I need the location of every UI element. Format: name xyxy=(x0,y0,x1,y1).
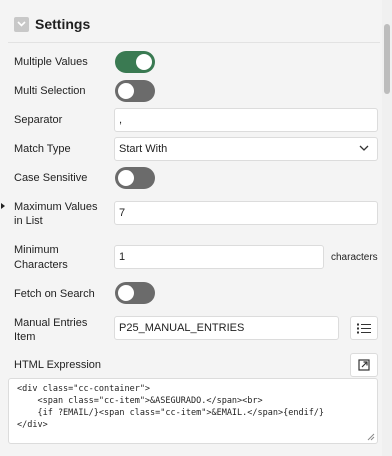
toggle-knob xyxy=(118,285,134,301)
list-icon xyxy=(357,323,371,333)
collapse-button[interactable] xyxy=(14,16,29,32)
toggle-knob xyxy=(118,170,134,186)
toggle-knob xyxy=(136,54,152,70)
resize-handle-icon[interactable] xyxy=(367,433,375,441)
section-title: Settings xyxy=(35,16,91,32)
manual-entries-input[interactable]: P25_MANUAL_ENTRIES xyxy=(114,316,339,340)
case-sensitive-toggle[interactable] xyxy=(115,167,155,189)
separator-input[interactable]: , xyxy=(114,108,378,132)
scrollbar-thumb[interactable] xyxy=(384,24,390,94)
header-divider xyxy=(8,42,380,43)
manual-entries-label-line2: Item xyxy=(14,331,36,343)
fetch-on-search-toggle[interactable] xyxy=(115,282,155,304)
min-chars-input[interactable]: 1 xyxy=(114,245,324,269)
max-values-label-line2: in List xyxy=(14,215,43,227)
manual-entries-label-line1: Manual Entries xyxy=(14,317,88,329)
multiple-values-label: Multiple Values xyxy=(14,56,88,68)
multiple-values-toggle[interactable] xyxy=(115,51,155,73)
list-picker-button[interactable] xyxy=(350,316,378,340)
match-type-select[interactable]: Start With xyxy=(114,137,378,161)
toggle-knob xyxy=(118,83,134,99)
fetch-on-search-label: Fetch on Search xyxy=(14,288,95,300)
panel-expand-arrow-icon[interactable] xyxy=(1,203,5,209)
multi-selection-label: Multi Selection xyxy=(14,85,86,97)
match-type-label: Match Type xyxy=(14,143,71,155)
max-values-label-line1: Maximum Values xyxy=(14,201,98,213)
match-type-value: Start With xyxy=(119,143,168,155)
chevron-down-icon xyxy=(359,145,369,151)
section-header: Settings xyxy=(14,14,90,34)
separator-label: Separator xyxy=(14,114,63,126)
chevron-down-icon xyxy=(17,21,26,27)
code-line: {if ?EMAIL/}<span class="cc-item">&EMAIL… xyxy=(17,408,325,418)
code-line: </div> xyxy=(17,420,48,430)
multi-selection-toggle[interactable] xyxy=(115,80,155,102)
html-expression-label: HTML Expression xyxy=(14,359,102,371)
html-expression-editor[interactable]: <div class="cc-container"> <span class="… xyxy=(8,378,378,444)
code-line: <div class="cc-container"> xyxy=(17,384,151,394)
code-line: <span class="cc-item">&ASEGURADO.</span>… xyxy=(17,396,263,406)
scrollbar[interactable] xyxy=(382,0,392,456)
settings-panel: Settings Multiple Values Multi Selection… xyxy=(0,0,382,456)
open-editor-button[interactable] xyxy=(350,353,378,377)
case-sensitive-label: Case Sensitive xyxy=(14,172,88,184)
min-chars-label-line2: Characters xyxy=(14,259,68,271)
max-values-input[interactable]: 7 xyxy=(114,201,378,225)
min-chars-suffix: characters xyxy=(331,252,378,263)
min-chars-label-line1: Minimum xyxy=(14,244,59,256)
open-editor-icon xyxy=(358,359,370,371)
